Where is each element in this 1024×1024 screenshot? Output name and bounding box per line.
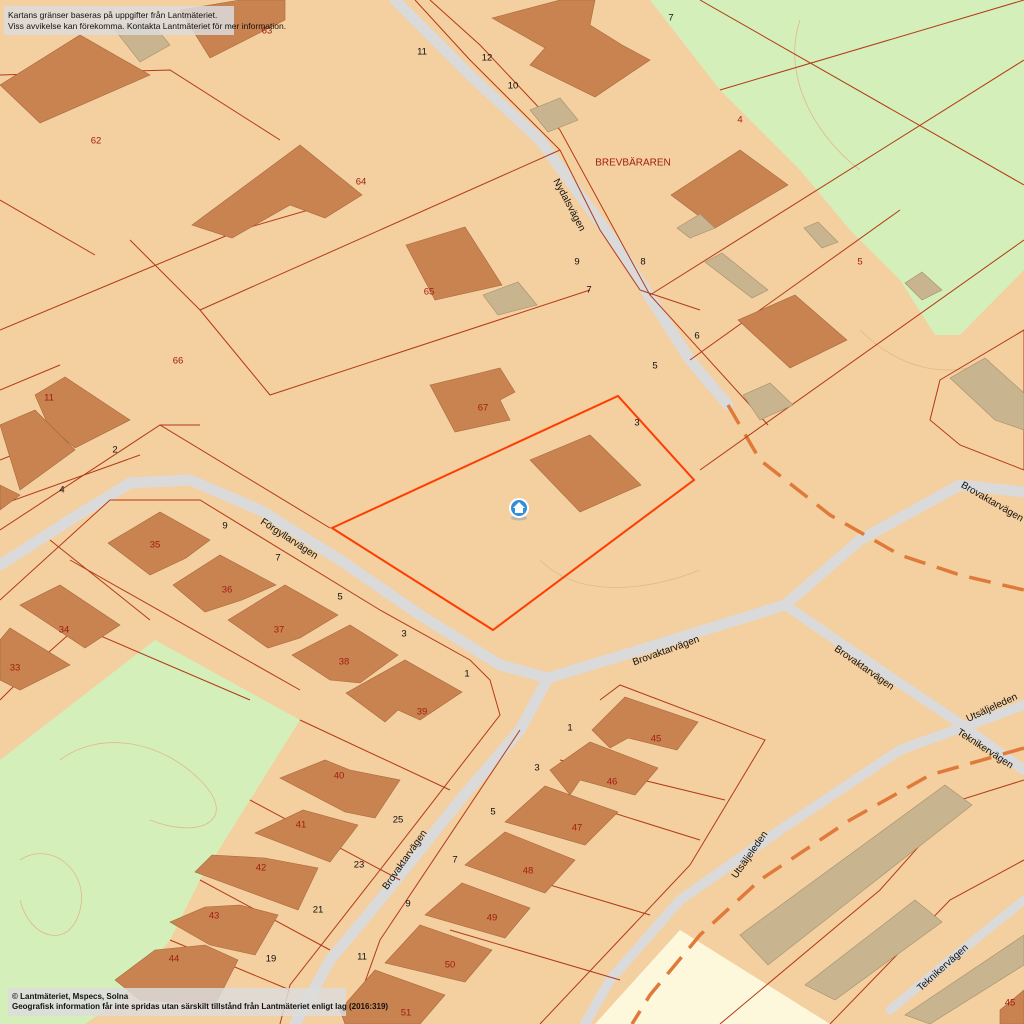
address-number: 5 [652,361,657,372]
address-number: 7 [275,553,280,564]
parcel-label: 64 [356,177,367,188]
address-number: 7 [452,855,457,866]
parcel-label: 4 [737,115,742,126]
address-number: 7 [668,13,673,24]
copyright-line: © Lantmäteriet, Mspecs, Solna [12,992,129,1001]
parcel-label: 65 [424,287,435,298]
address-number: 1 [464,669,469,680]
parcel-label: 47 [572,823,583,834]
address-number: 23 [354,860,365,871]
address-number: 10 [508,81,519,92]
parcel-label: 34 [59,625,70,636]
address-number: 3 [534,763,539,774]
property-map[interactable]: BREVBÄRAREN 63 62 64 65 66 67 4 5 11 35 … [0,0,1024,1024]
address-number: 3 [634,418,639,429]
parcel-label: 42 [256,863,267,874]
parcel-label: 11 [44,393,54,404]
parcel-label: 66 [173,356,184,367]
address-number: 9 [222,521,227,532]
parcel-label: 46 [607,777,618,788]
parcel-label: 45 [1005,998,1016,1009]
address-number: 3 [401,629,406,640]
home-marker-icon[interactable] [509,498,529,521]
parcel-label: 62 [91,136,102,147]
parcel-label: 33 [10,663,21,674]
address-number: 4 [59,485,64,496]
parcel-label: 45 [651,734,662,745]
parcel-label: 50 [445,960,456,971]
parcel-label: 40 [334,771,345,782]
boundary-notice-line: Kartans gränser baseras på uppgifter frå… [8,10,218,20]
address-number: 5 [337,592,342,603]
parcel-label: 5 [857,257,862,268]
address-number: 2 [112,445,117,456]
parcel-label: 44 [169,954,180,965]
address-number: 19 [266,954,277,965]
boundary-notice-line: Viss avvikelse kan förekomma. Kontakta L… [8,20,287,31]
address-number: 9 [574,257,579,268]
parcel-label: 43 [209,911,220,922]
address-number: 5 [490,807,495,818]
parcel-label: 38 [339,657,350,668]
address-number: 1 [567,723,572,734]
parcel-label: 35 [150,540,161,551]
copyright-line: Geografisk information får inte spridas … [12,1002,389,1011]
parcel-label: 51 [401,1008,412,1019]
address-number: 8 [640,257,645,268]
parcel-label: 39 [417,707,428,718]
parcel-label: 67 [478,403,489,414]
boundary-notice: Kartans gränser baseras på uppgifter frå… [4,6,287,36]
address-number: 11 [417,47,427,58]
parcel-label: 49 [487,913,498,924]
parcel-label: 41 [296,820,307,831]
district-label: BREVBÄRAREN [595,157,671,169]
address-number: 11 [357,952,367,963]
address-number: 21 [313,905,324,916]
copyright-notice: © Lantmäteriet, Mspecs, Solna Geografisk… [8,988,389,1016]
address-number: 12 [482,53,493,64]
address-number: 9 [405,899,410,910]
address-number: 7 [586,285,591,296]
parcel-label: 37 [274,625,285,636]
address-number: 25 [393,815,404,826]
parcel-label: 48 [523,866,534,877]
address-number: 6 [694,331,699,342]
parcel-label: 36 [222,585,233,596]
